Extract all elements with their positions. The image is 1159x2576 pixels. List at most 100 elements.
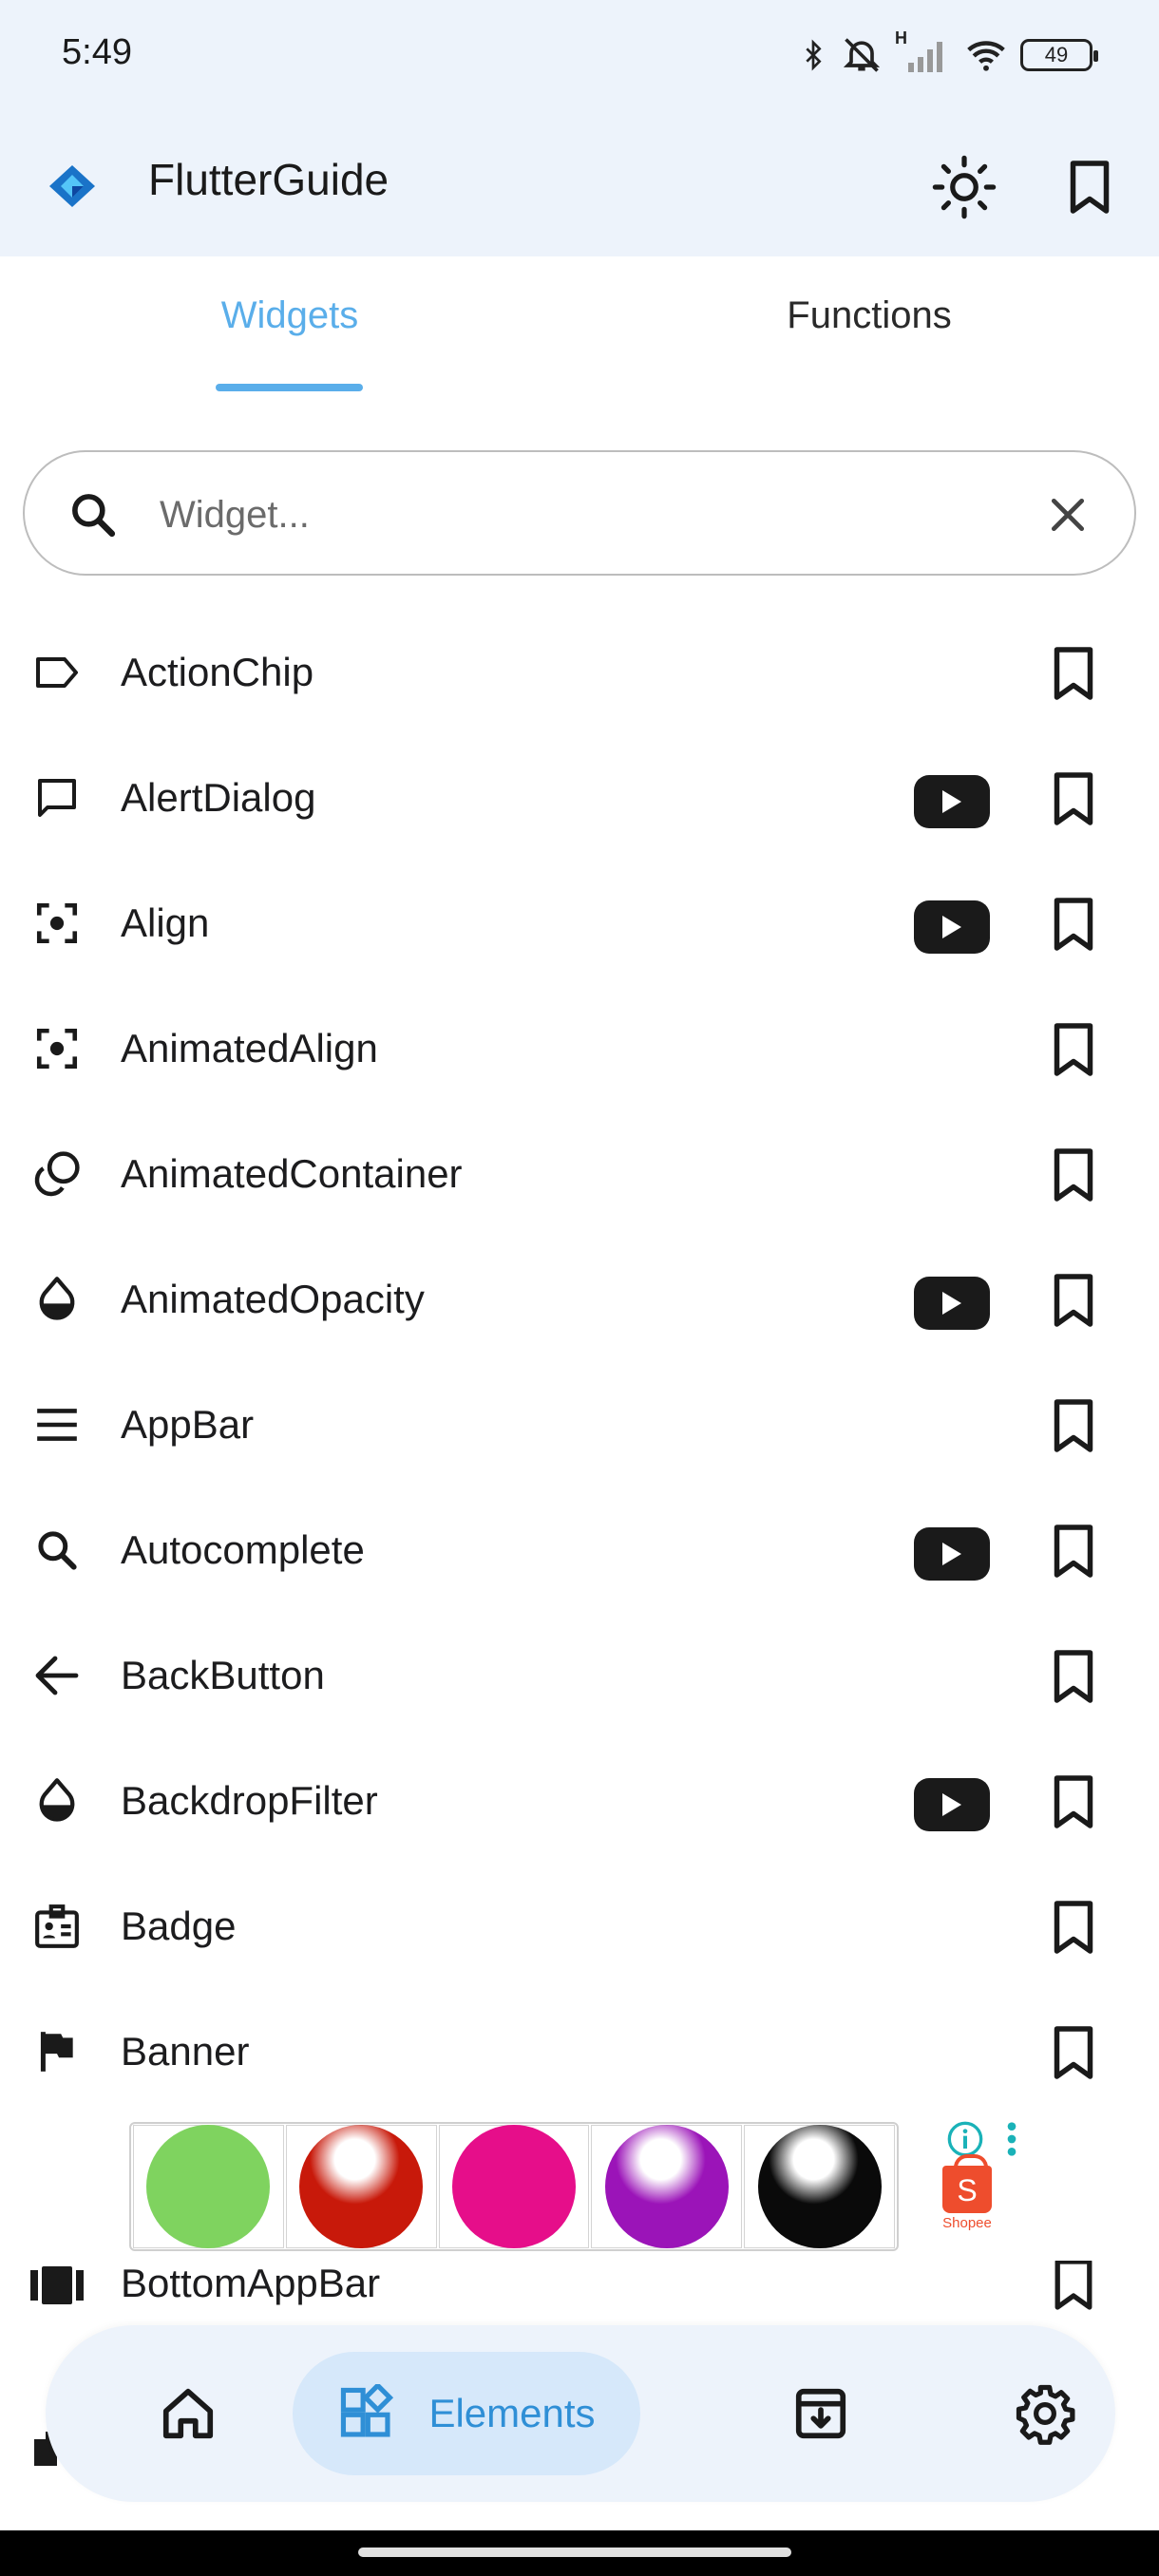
ad-banner[interactable]	[129, 2122, 899, 2251]
list-item[interactable]: AnimatedAlign	[0, 986, 1159, 1111]
bookmark-icon	[1054, 772, 1093, 825]
bookmark-toggle[interactable]	[1045, 1396, 1102, 1455]
ad-product-ball	[604, 2125, 729, 2248]
theme-toggle-button[interactable]	[922, 144, 1007, 230]
play-icon	[942, 916, 961, 938]
bookmark-icon	[1054, 1148, 1093, 1202]
bookmark-icon	[1054, 1775, 1093, 1828]
list-item[interactable]: Align	[0, 861, 1159, 986]
list-item[interactable]: BackButton	[0, 1613, 1159, 1738]
nav-home[interactable]	[93, 2325, 283, 2502]
bookmark-toggle[interactable]	[1045, 1271, 1102, 1330]
chat-bubble-outline-icon	[28, 773, 86, 823]
info-icon[interactable]	[946, 2120, 984, 2158]
close-icon	[1051, 498, 1085, 532]
ad-product-ball	[451, 2125, 576, 2248]
list-item[interactable]: AnimatedOpacity	[0, 1237, 1159, 1362]
wifi-icon	[967, 41, 1005, 71]
bookmark-toggle[interactable]	[1045, 1522, 1102, 1581]
bookmarks-button[interactable]	[1047, 144, 1132, 230]
ad-product-swatch[interactable]	[591, 2125, 743, 2248]
ad-product-swatch[interactable]	[438, 2125, 590, 2248]
search-input[interactable]	[160, 481, 1015, 549]
widget-label: Badge	[121, 1904, 237, 1948]
list-item[interactable]: AlertDialog	[0, 735, 1159, 861]
tab-indicator	[216, 384, 363, 391]
app-bar: FlutterGuide	[0, 114, 1159, 256]
center-focus-icon	[28, 899, 86, 948]
bookmark-toggle[interactable]	[1045, 1898, 1102, 1957]
more-vert-icon[interactable]	[999, 2120, 1024, 2158]
youtube-video-button[interactable]	[914, 900, 990, 954]
opacity-icon	[28, 1776, 86, 1826]
animation-icon	[28, 1149, 86, 1199]
widget-label: BottomAppBar	[121, 2261, 381, 2305]
gesture-bar	[0, 2530, 1159, 2576]
ad-product-swatch[interactable]	[744, 2125, 895, 2248]
bookmark-toggle[interactable]	[1045, 1647, 1102, 1706]
flag-icon	[28, 2027, 86, 2076]
bottom-navigation: Elements	[46, 2325, 1115, 2502]
nav-elements[interactable]: Elements	[293, 2352, 640, 2475]
flutter-logo-icon	[49, 165, 95, 207]
play-icon	[942, 790, 961, 813]
list-item[interactable]: Banner	[0, 1989, 1159, 2114]
widget-label: ActionChip	[121, 650, 314, 694]
ad-product-swatch[interactable]	[133, 2125, 284, 2248]
bookmark-toggle[interactable]	[1045, 2261, 1102, 2314]
archive-icon	[795, 2388, 846, 2439]
opacity-icon	[28, 1275, 86, 1324]
list-item[interactable]: Autocomplete	[0, 1487, 1159, 1613]
status-icons: H 49	[798, 28, 1098, 82]
list-item[interactable]: AppBar	[0, 1362, 1159, 1487]
youtube-video-button[interactable]	[914, 1527, 990, 1581]
widget-label: BackButton	[121, 1653, 325, 1697]
widget-label: Autocomplete	[121, 1527, 365, 1572]
home-indicator[interactable]	[358, 2548, 791, 2557]
play-icon	[942, 1793, 961, 1816]
clear-search-button[interactable]	[1039, 486, 1096, 543]
ad-brand-label: Shopee	[942, 2215, 992, 2231]
bookmark-icon	[1054, 1650, 1093, 1703]
youtube-video-button[interactable]	[914, 1277, 990, 1330]
youtube-video-button[interactable]	[914, 1778, 990, 1831]
bookmark-icon	[1054, 1525, 1093, 1578]
bookmark-icon	[1054, 898, 1093, 951]
bookmark-toggle[interactable]	[1045, 1020, 1102, 1079]
bookmark-toggle[interactable]	[1045, 2023, 1102, 2082]
status-bar: 5:49 H 49	[0, 0, 1159, 114]
widget-label: AlertDialog	[121, 775, 316, 820]
bookmark-icon	[1054, 1274, 1093, 1327]
ad-product-ball	[757, 2125, 882, 2248]
center-focus-icon	[28, 1024, 86, 1073]
nav-settings[interactable]	[950, 2325, 1140, 2502]
list-item[interactable]: AnimatedContainer	[0, 1111, 1159, 1237]
bookmark-toggle[interactable]	[1045, 895, 1102, 954]
list-item[interactable]: Badge	[0, 1864, 1159, 1989]
search-icon	[72, 494, 116, 538]
nav-archive[interactable]	[726, 2325, 916, 2502]
battery-indicator: 49	[1020, 39, 1098, 71]
network-type-label: H	[895, 28, 907, 47]
bookmark-toggle[interactable]	[1045, 644, 1102, 703]
bookmark-toggle[interactable]	[1045, 769, 1102, 828]
list-item[interactable]: ActionChip	[0, 610, 1159, 735]
app-title: FlutterGuide	[148, 155, 390, 204]
ad-product-swatch[interactable]	[285, 2125, 437, 2248]
widget-label: AppBar	[121, 1402, 255, 1447]
signal-icon: H	[895, 28, 952, 76]
bookmark-toggle[interactable]	[1045, 1146, 1102, 1204]
tab-widgets[interactable]: Widgets	[152, 294, 428, 337]
ad-brand-logo[interactable]: S Shopee	[940, 2154, 994, 2232]
bookmark-toggle[interactable]	[1045, 1772, 1102, 1831]
play-icon	[942, 1292, 961, 1315]
widget-label: Align	[121, 900, 210, 945]
list-item[interactable]: BackdropFilter	[0, 1738, 1159, 1864]
widget-label: AnimatedAlign	[121, 1026, 378, 1070]
bookmark-icon	[1054, 1023, 1093, 1076]
ad-product-ball	[299, 2125, 424, 2248]
status-time: 5:49	[62, 32, 132, 72]
youtube-video-button[interactable]	[914, 775, 990, 828]
play-icon	[942, 1543, 961, 1565]
tab-functions[interactable]: Functions	[732, 294, 1007, 337]
